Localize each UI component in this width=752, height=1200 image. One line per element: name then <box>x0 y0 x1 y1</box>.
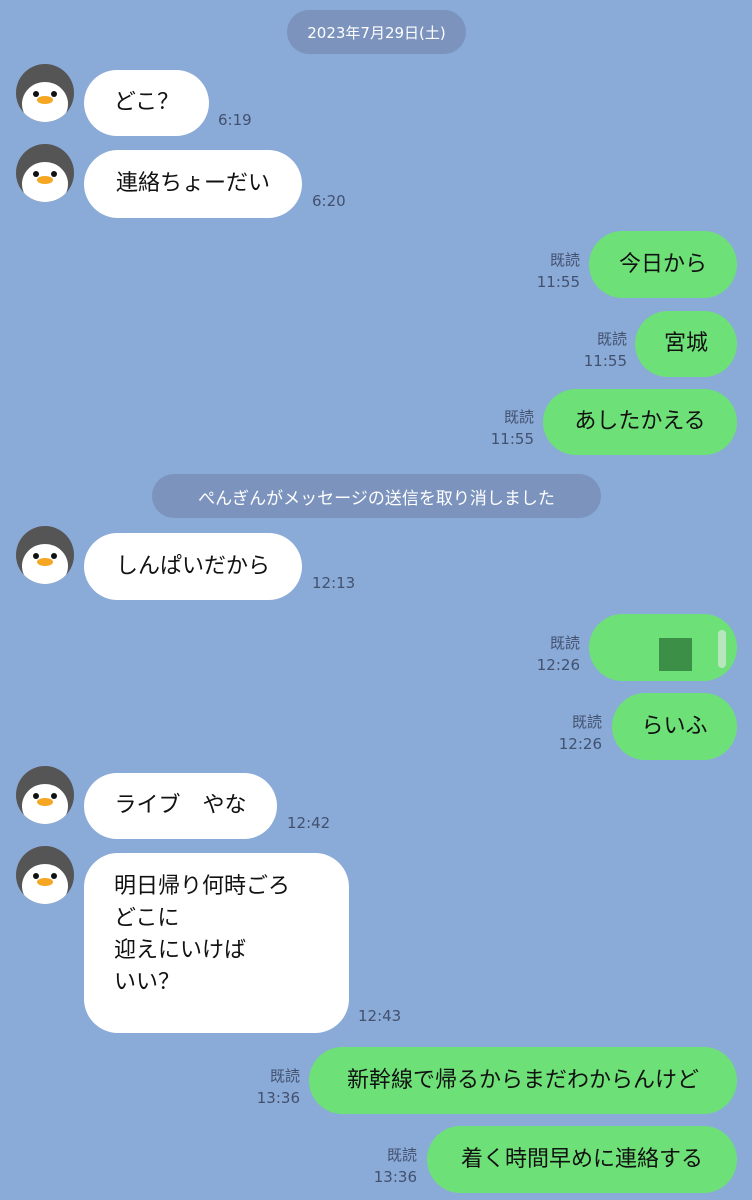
message-time: 11:55 <box>490 430 534 448</box>
message-meta: 既読 12:26 <box>552 711 602 755</box>
outgoing-message-bubble[interactable]: 今日から <box>589 231 737 298</box>
message-time: 13:36 <box>256 1089 300 1107</box>
message-meta: 既読 12:26 <box>530 632 580 676</box>
read-receipt: 既読 <box>571 713 602 731</box>
message-time: 12:26 <box>536 656 580 674</box>
read-receipt: 既読 <box>549 634 580 652</box>
message-meta: 既読 11:55 <box>530 249 580 293</box>
date-separator: 2023年7月29日(土) <box>287 10 466 54</box>
message-meta: 既読 13:36 <box>250 1065 300 1109</box>
message-time: 11:55 <box>583 352 627 370</box>
penguin-icon <box>16 144 74 202</box>
penguin-icon <box>16 766 74 824</box>
message-time: 6:20 <box>312 192 346 210</box>
outgoing-message-bubble[interactable]: らいふ <box>612 693 737 760</box>
penguin-avatar[interactable] <box>16 846 74 904</box>
incoming-message-bubble[interactable]: 連絡ちょーだい <box>84 150 302 218</box>
penguin-icon <box>16 526 74 584</box>
incoming-message-bubble[interactable]: ライブ やな <box>84 773 277 839</box>
message-time: 11:55 <box>536 273 580 291</box>
outgoing-message-bubble[interactable]: 新幹線で帰るからまだわからんけど <box>309 1047 737 1114</box>
message-time: 12:13 <box>312 574 356 592</box>
penguin-avatar[interactable] <box>16 526 74 584</box>
read-receipt: 既読 <box>269 1067 300 1085</box>
message-time: 6:19 <box>218 111 252 129</box>
penguin-avatar[interactable] <box>16 144 74 202</box>
read-receipt: 既読 <box>386 1146 417 1164</box>
message-meta: 既読 13:36 <box>367 1144 417 1188</box>
penguin-avatar[interactable] <box>16 64 74 122</box>
incoming-message-bubble[interactable]: しんぱいだから <box>84 533 302 600</box>
redaction-blur <box>718 630 726 668</box>
outgoing-message-bubble[interactable]: 着く時間早めに連絡する <box>427 1126 737 1193</box>
read-receipt: 既読 <box>503 408 534 426</box>
outgoing-message-bubble[interactable]: あしたかえる <box>543 389 737 455</box>
incoming-message-bubble[interactable]: 明日帰り何時ごろ どこに 迎えにいけば いい？ <box>84 853 349 1033</box>
message-time: 12:43 <box>358 1007 402 1025</box>
read-receipt: 既読 <box>549 251 580 269</box>
redaction-block <box>659 638 692 671</box>
unsent-message-notice: ぺんぎんがメッセージの送信を取り消しました <box>152 474 601 518</box>
message-meta: 既読 11:55 <box>577 328 627 372</box>
penguin-avatar[interactable] <box>16 766 74 824</box>
outgoing-message-bubble[interactable]: 宮城 <box>635 311 737 377</box>
penguin-icon <box>16 64 74 122</box>
message-meta: 既読 11:55 <box>484 406 534 450</box>
penguin-icon <box>16 846 74 904</box>
read-receipt: 既読 <box>596 330 627 348</box>
message-time: 12:26 <box>558 735 602 753</box>
incoming-message-bubble[interactable]: どこ？ <box>84 70 209 136</box>
message-time: 13:36 <box>373 1168 417 1186</box>
message-time: 12:42 <box>287 814 331 832</box>
